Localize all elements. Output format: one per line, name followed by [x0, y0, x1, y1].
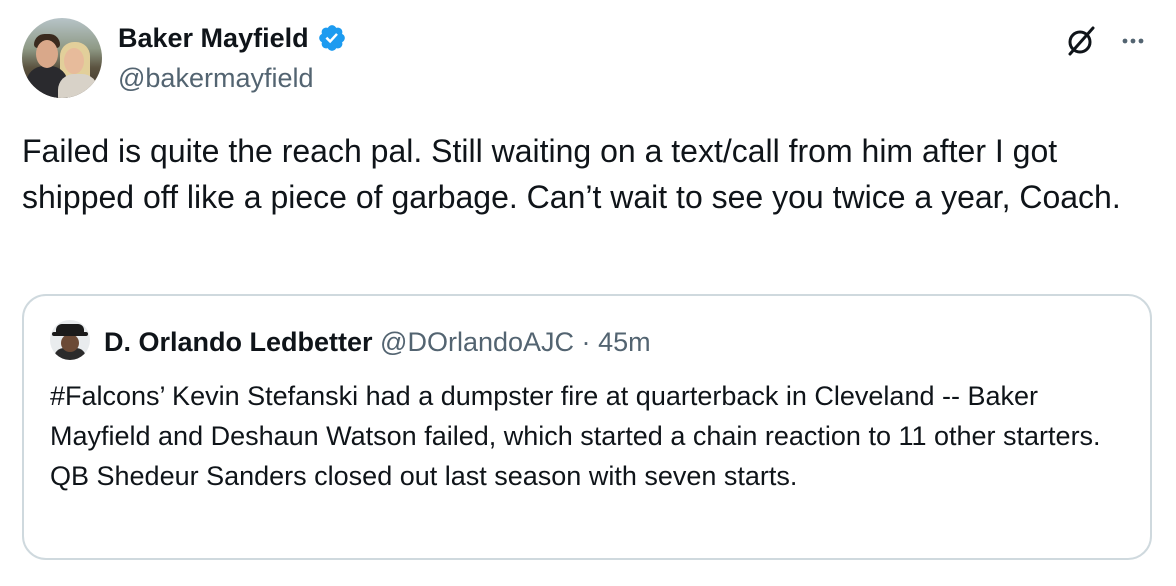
avatar[interactable] — [22, 18, 102, 98]
avatar-person-face — [36, 40, 58, 68]
quote-header: D. Orlando Ledbetter @DOrlandoAJC · 45m — [104, 324, 651, 360]
tweet-author: Baker Mayfield @bakermayfield — [118, 20, 347, 96]
author-name-row: Baker Mayfield — [118, 20, 347, 56]
quote-text: #Falcons’ Kevin Stefanski had a dumpster… — [50, 381, 1101, 491]
verified-badge-icon[interactable] — [317, 23, 347, 53]
author-handle[interactable]: @bakermayfield — [118, 60, 347, 96]
more-options-icon[interactable] — [1116, 24, 1150, 58]
quote-avatar-hat-brim — [52, 332, 88, 336]
quote-avatar[interactable] — [50, 320, 90, 360]
quote-separator: · — [581, 327, 591, 357]
quote-author-display-name[interactable]: D. Orlando Ledbetter — [104, 327, 373, 357]
author-display-name[interactable]: Baker Mayfield — [118, 20, 309, 56]
quote-author-handle[interactable]: @DOrlandoAJC — [380, 327, 574, 357]
quoted-tweet[interactable]: D. Orlando Ledbetter @DOrlandoAJC · 45m … — [22, 294, 1152, 560]
grok-icon[interactable] — [1064, 24, 1098, 58]
avatar-person-body — [58, 74, 98, 98]
quote-avatar-face — [61, 334, 79, 352]
avatar-person-face — [64, 48, 84, 74]
quote-timestamp[interactable]: 45m — [598, 327, 651, 357]
tweet-text: Failed is quite the reach pal. Still wai… — [22, 133, 1121, 215]
